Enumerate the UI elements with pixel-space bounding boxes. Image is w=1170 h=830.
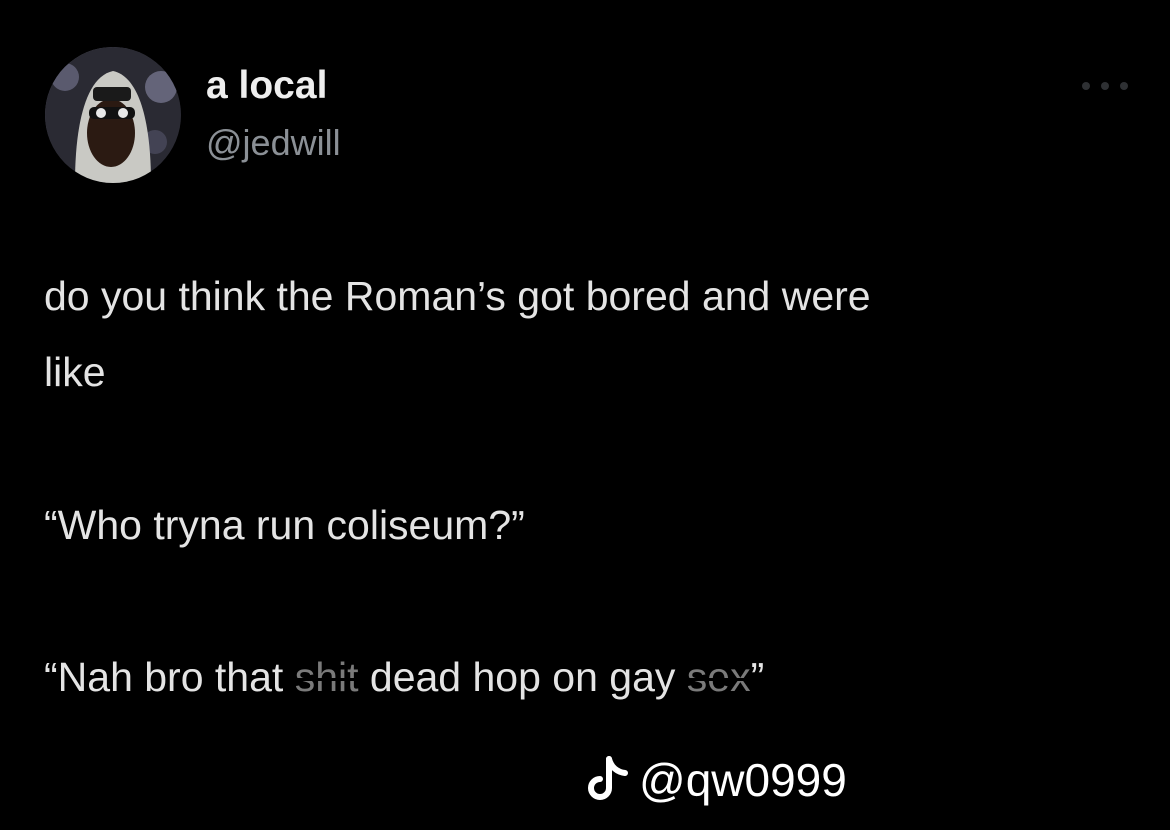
tweet-text-segment: ” xyxy=(750,654,765,700)
tweet-text-segment: “Nah bro that xyxy=(44,654,295,700)
avatar-photo-icon xyxy=(45,47,181,183)
watermark-handle: @qw0999 xyxy=(639,754,847,806)
tweet-text-line: like xyxy=(44,349,106,395)
author-handle[interactable]: @jedwill xyxy=(206,122,341,164)
avatar[interactable] xyxy=(45,47,181,183)
more-dot xyxy=(1101,82,1109,90)
author-display-name[interactable]: a local xyxy=(206,64,327,108)
more-dot xyxy=(1120,82,1128,90)
tiktok-watermark: @qw0999 xyxy=(585,752,847,808)
censored-word: shit xyxy=(294,654,359,700)
tiktok-logo-icon xyxy=(588,756,628,800)
more-options-button[interactable] xyxy=(1082,76,1128,96)
tweet-card: a local @jedwill do you think the Roman’… xyxy=(0,0,1170,830)
tweet-text-line: do you think the Roman’s got bored and w… xyxy=(44,273,871,319)
more-horizontal-icon xyxy=(1082,82,1090,90)
tweet-text-line: “Nah bro that shit dead hop on gay sex” xyxy=(44,657,1134,698)
censored-word: sex xyxy=(686,654,751,700)
tweet-text-segment: dead hop on gay xyxy=(358,654,687,700)
tweet-text-line: “Who tryna run coliseum?” xyxy=(44,502,525,548)
